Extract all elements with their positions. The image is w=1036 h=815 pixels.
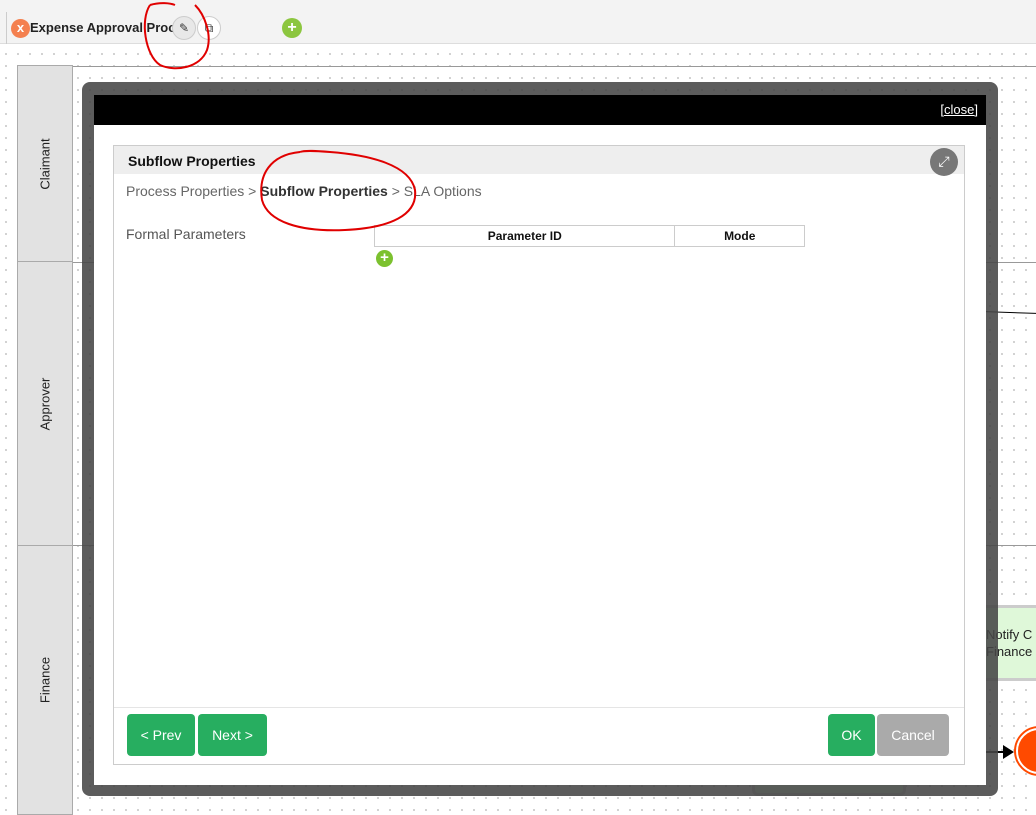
- tab-bar: x Expense Approval Process ✎ ⧉ +: [0, 0, 1036, 44]
- edit-pencil-icon[interactable]: ✎: [172, 16, 196, 40]
- panel-title: Subflow Properties: [114, 146, 964, 174]
- lane-approver[interactable]: Approver: [17, 261, 73, 546]
- lane-finance[interactable]: Finance: [17, 545, 73, 815]
- breadcrumb-sla-options[interactable]: SLA Options: [404, 183, 482, 199]
- lane-label: Finance: [37, 656, 53, 704]
- properties-panel: Subflow Properties ⤢ Process Properties …: [113, 145, 965, 765]
- subflow-dialog: [close] Subflow Properties ⤢ Process Pro…: [94, 95, 986, 785]
- column-mode: Mode: [674, 225, 805, 247]
- breadcrumb-subflow-properties[interactable]: Subflow Properties: [260, 183, 388, 199]
- add-parameter-button[interactable]: +: [376, 250, 393, 267]
- lane-label: Approver: [37, 377, 53, 430]
- parameters-table: Parameter ID Mode: [373, 225, 805, 247]
- close-tab-button[interactable]: x: [11, 19, 30, 38]
- tab-title[interactable]: Expense Approval Process: [30, 20, 180, 35]
- lane-claimant[interactable]: Claimant: [17, 65, 73, 262]
- breadcrumb-process-properties[interactable]: Process Properties: [126, 183, 244, 199]
- arrowhead-icon: [1003, 745, 1014, 759]
- prev-button[interactable]: < Prev: [127, 714, 195, 756]
- copy-icon[interactable]: ⧉: [197, 16, 221, 40]
- formal-parameters-label: Formal Parameters: [126, 226, 246, 242]
- footer-divider: [114, 707, 964, 708]
- dialog-header: [close]: [94, 95, 986, 125]
- breadcrumb: Process Properties > Subflow Properties …: [126, 183, 482, 199]
- breadcrumb-separator: >: [244, 183, 261, 199]
- close-link[interactable]: [close]: [940, 102, 978, 117]
- lane-label: Claimant: [37, 137, 53, 190]
- ok-button[interactable]: OK: [828, 714, 875, 756]
- cancel-button[interactable]: Cancel: [877, 714, 949, 756]
- column-parameter-id: Parameter ID: [373, 225, 676, 247]
- expand-icon[interactable]: ⤢: [930, 148, 958, 176]
- next-button[interactable]: Next >: [198, 714, 267, 756]
- breadcrumb-separator: >: [387, 183, 404, 199]
- add-tab-button[interactable]: +: [282, 18, 302, 38]
- tab-divider: [6, 12, 7, 44]
